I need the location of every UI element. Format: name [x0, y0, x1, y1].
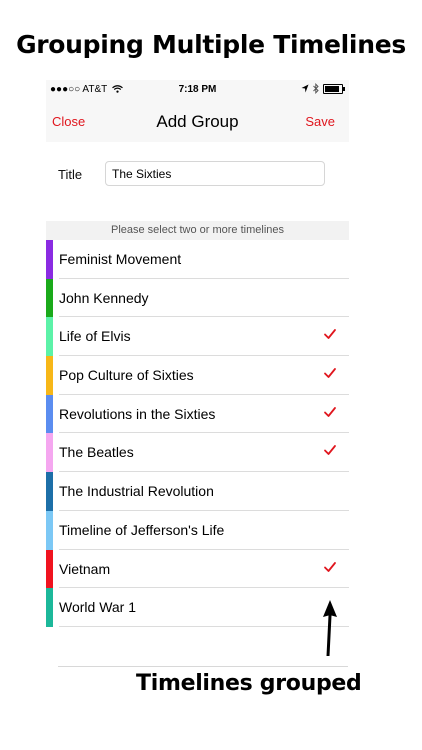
arrow-icon	[323, 600, 337, 656]
bluetooth-icon	[313, 83, 319, 94]
timeline-label: Revolutions in the Sixties	[59, 405, 216, 422]
save-button[interactable]: Save	[305, 114, 335, 129]
timeline-row[interactable]: John Kennedy	[46, 278, 349, 318]
timeline-row[interactable]: World War 1	[46, 588, 349, 627]
timeline-label: The Beatles	[59, 444, 134, 461]
timeline-color-swatch	[46, 433, 53, 473]
phone-screen: ●●●○○ AT&T 7:18 PM Close Add Group Save …	[46, 80, 349, 670]
checkmark-icon	[324, 561, 336, 572]
checkmark-icon	[324, 406, 336, 417]
timeline-list: Feminist Movement John Kennedy Life of Elv…	[46, 240, 349, 627]
timeline-row[interactable]: The Beatles	[46, 433, 349, 473]
annotation: Timelines grouped	[136, 671, 362, 696]
timeline-color-swatch	[46, 394, 53, 434]
location-arrow-icon	[301, 84, 309, 93]
timeline-row[interactable]: Revolutions in the Sixties	[46, 394, 349, 434]
timeline-color-swatch	[46, 240, 53, 279]
timeline-label: The Industrial Revolution	[59, 483, 214, 500]
timeline-color-swatch	[46, 588, 53, 627]
timeline-color-swatch	[46, 317, 53, 357]
checkmark-icon	[324, 368, 336, 378]
timeline-row[interactable]: Feminist Movement	[46, 240, 349, 279]
status-icons	[301, 83, 345, 94]
title-row: Title	[46, 142, 349, 218]
timeline-color-swatch	[46, 510, 53, 550]
timeline-row[interactable]: Timeline of Jefferson's Life	[46, 510, 349, 550]
timeline-label: Timeline of Jefferson's Life	[59, 521, 225, 538]
timeline-color-swatch	[46, 472, 53, 511]
timeline-row[interactable]: Pop Culture of Sixties	[46, 356, 349, 395]
timeline-label: John Kennedy	[59, 289, 149, 306]
section-header: Please select two or more timelines	[46, 221, 349, 240]
timeline-row[interactable]: Vietnam	[46, 549, 349, 589]
title-input[interactable]	[105, 161, 325, 186]
checkmark-icon	[324, 329, 336, 340]
battery-icon	[323, 83, 345, 94]
timeline-row[interactable]: Life of Elvis	[46, 317, 349, 357]
headline: Grouping Multiple Timelines	[16, 30, 406, 59]
checkmark-icon	[324, 445, 336, 456]
timeline-label: Life of Elvis	[59, 328, 131, 345]
timeline-color-swatch	[46, 356, 53, 395]
row-separator	[59, 625, 349, 627]
page-title: Add Group	[156, 112, 239, 131]
navigation-bar: Close Add Group Save	[46, 100, 349, 143]
timeline-label: Vietnam	[59, 560, 111, 577]
timeline-row[interactable]: The Industrial Revolution	[46, 472, 349, 511]
timeline-label: World War 1	[59, 599, 137, 616]
timeline-label: Feminist Movement	[59, 251, 182, 267]
timeline-color-swatch	[46, 549, 53, 589]
footer-divider	[58, 666, 348, 667]
timeline-label: Pop Culture of Sixties	[59, 367, 194, 384]
title-label: Title	[58, 167, 83, 182]
status-bar: ●●●○○ AT&T 7:18 PM	[46, 80, 349, 100]
timeline-color-swatch	[46, 278, 53, 318]
